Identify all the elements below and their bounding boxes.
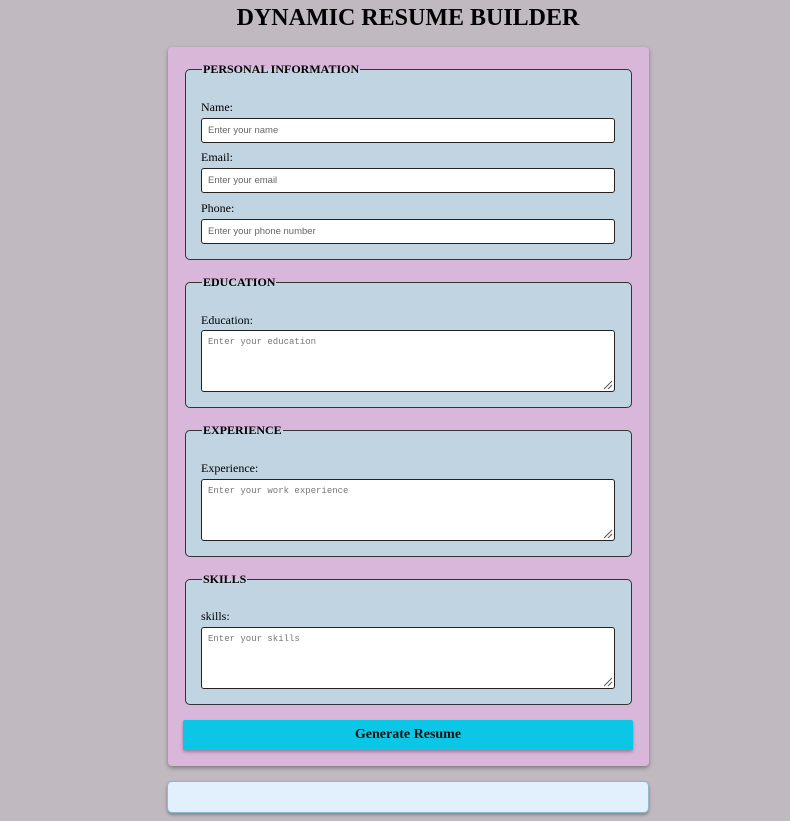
resize-grip-icon[interactable] <box>603 380 613 390</box>
resize-grip-icon[interactable] <box>603 677 613 687</box>
experience-section: EXPERIENCE Experience: <box>185 423 632 557</box>
personal-information-legend: PERSONAL INFORMATION <box>202 62 361 76</box>
resize-grip-icon[interactable] <box>603 529 613 539</box>
name-label: Name: <box>201 100 233 114</box>
skills-label: skills: <box>201 609 230 623</box>
education-label: Education: <box>201 313 253 327</box>
experience-legend: EXPERIENCE <box>202 423 283 437</box>
resume-output <box>167 781 649 813</box>
education-textarea[interactable] <box>201 330 615 392</box>
phone-input[interactable] <box>201 219 615 244</box>
education-section: EDUCATION Education: <box>185 275 632 408</box>
name-input[interactable] <box>201 118 615 143</box>
skills-section: SKILLS skills: <box>185 572 632 705</box>
phone-label: Phone: <box>201 201 235 215</box>
email-input[interactable] <box>201 168 615 193</box>
personal-information-section: PERSONAL INFORMATION Name: Email: Phone: <box>185 62 632 260</box>
page-title: DYNAMIC RESUME BUILDER <box>236 5 580 31</box>
education-legend: EDUCATION <box>202 275 277 289</box>
generate-resume-button[interactable]: Generate Resume <box>183 720 633 750</box>
resume-form: PERSONAL INFORMATION Name: Email: Phone:… <box>168 47 649 766</box>
experience-textarea[interactable] <box>201 479 615 541</box>
experience-label: Experience: <box>201 461 259 475</box>
skills-textarea[interactable] <box>201 627 615 689</box>
email-label: Email: <box>201 150 233 164</box>
skills-legend: SKILLS <box>202 572 248 586</box>
